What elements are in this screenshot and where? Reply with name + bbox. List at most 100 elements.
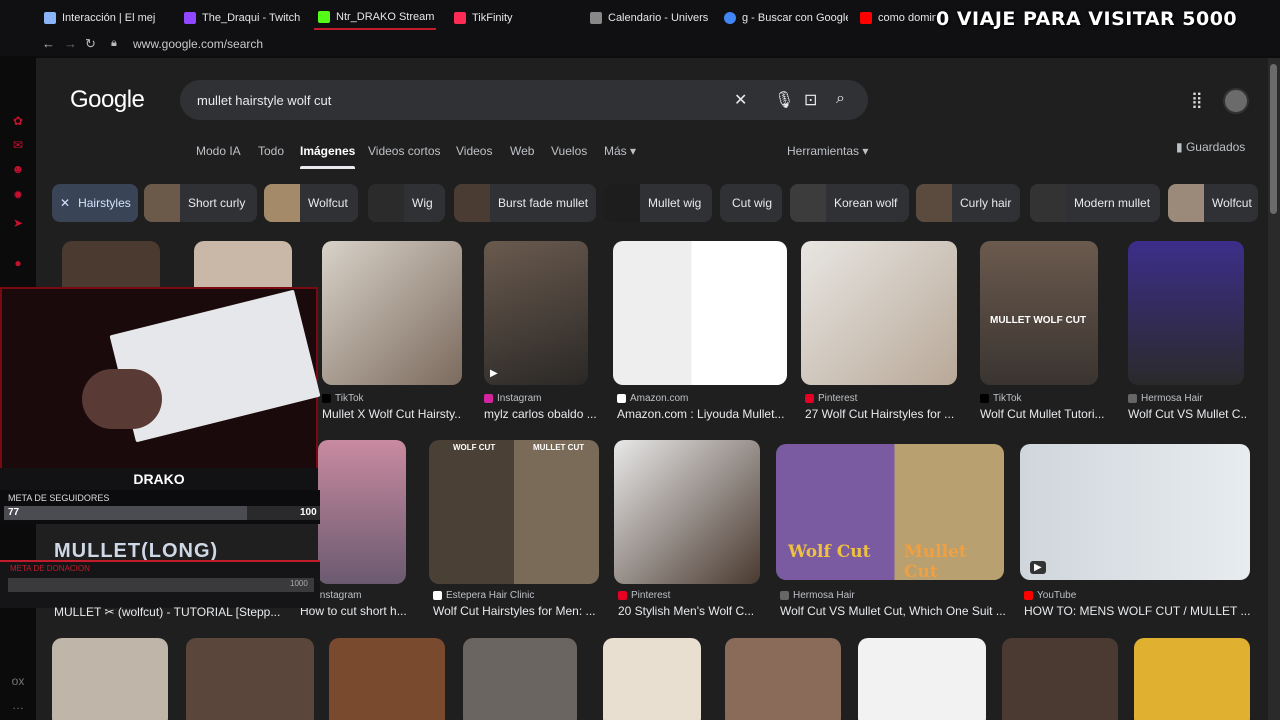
chip[interactable]: Mullet wig [604,184,712,222]
browser-tab-active[interactable]: Ntr_DRAKO Stream [314,6,436,30]
browser-tab[interactable]: Calendario - Universi [586,6,708,30]
forward-icon[interactable]: → [64,36,77,51]
back-icon[interactable]: ← [42,36,55,51]
result-image[interactable] [614,440,760,584]
url-field[interactable]: www.google.com/search [133,37,263,51]
result-title[interactable]: Wolf Cut Mullet Tutori... [980,407,1104,421]
chip[interactable]: Burst fade mullet [454,184,596,222]
browser-tab-bar: Interacción | El mej The_Draqui - Twitch… [0,0,1280,34]
chip[interactable]: Cut wig [720,184,782,222]
sidebar-icon[interactable]: ➤ [11,216,25,230]
result-source: Hermosa Hair [1128,393,1203,404]
sidebar-icon[interactable]: ● [11,256,25,270]
result-image[interactable] [613,241,787,385]
result-image[interactable]: ▶ [1020,444,1250,580]
result-image[interactable]: WOLF CUT MULLET CUT [429,440,599,584]
image-overlay-text: WOLF CUT [453,443,496,452]
result-title[interactable]: HOW TO: MENS WOLF CUT / MULLET ... [1024,604,1254,618]
tab-title: g - Buscar con Google [742,12,848,24]
sidebar-icon[interactable]: ox [11,674,25,688]
chip[interactable]: Wolfcut [264,184,358,222]
search-input[interactable]: mullet hairstyle wolf cut [197,93,331,108]
result-title[interactable]: Mullet X Wolf Cut Hairsty... [322,407,462,421]
tab-imagenes[interactable]: Imágenes [300,144,356,169]
chip-label: Burst fade mullet [498,196,589,210]
chip-label: Cut wig [732,196,773,210]
result-image[interactable] [463,638,577,720]
result-source: TikTok [322,393,364,404]
tab-videos-cortos[interactable]: Videos cortos [368,144,441,158]
tab-modo-ia[interactable]: Modo IA [196,144,241,158]
result-image[interactable]: MULLET WOLF CUT [980,241,1098,385]
result-image[interactable] [322,241,462,385]
result-image[interactable] [186,638,314,720]
tab-todo[interactable]: Todo [258,144,284,158]
result-image[interactable]: Wolf Cut Mullet Cut [776,444,1004,580]
twitch-icon [184,12,196,24]
result-image[interactable] [52,638,168,720]
follower-goal: META DE SEGUIDORES 77 100 [0,490,320,524]
chip[interactable]: Short curly [144,184,257,222]
result-title[interactable]: Amazon.com : Liyouda Mullet... [617,407,787,421]
result-image[interactable] [725,638,841,720]
result-image[interactable] [858,638,986,720]
sidebar-icon[interactable]: ✿ [11,114,25,128]
reload-icon[interactable]: ↻ [85,36,96,52]
page-scrollbar[interactable] [1268,58,1280,720]
tab-mas[interactable]: Más ▾ [604,144,636,158]
lock-icon: 🔒︎ [111,37,117,49]
tab-videos[interactable]: Videos [456,144,492,158]
result-title[interactable]: Wolf Cut VS Mullet C... [1128,407,1248,421]
scrollbar-thumb[interactable] [1270,64,1277,214]
result-image[interactable] [1002,638,1118,720]
chip-label: Wolfcut [308,196,348,210]
saved-link[interactable]: ▮ Guardados [1176,140,1245,154]
tab-title: como domina [878,12,936,24]
tikfinity-icon [454,12,466,24]
google-logo[interactable]: Google [70,86,145,114]
result-image[interactable] [801,241,957,385]
sidebar-icon[interactable]: ✹ [11,188,25,202]
result-image[interactable] [1128,241,1244,385]
apps-grid-icon[interactable]: ⣿ [1191,90,1203,110]
browser-tab[interactable]: The_Draqui - Twitch [180,6,300,30]
chip[interactable]: Wolfcut [1168,184,1258,222]
result-title[interactable]: MULLET ✂ (wolfcut) - TUTORIAL [Stepp... [54,605,280,619]
chip[interactable]: Wig [368,184,445,222]
result-title[interactable]: 20 Stylish Men's Wolf C... [618,604,762,618]
chip-hairstyles[interactable]: ✕ Hairstyles [52,184,138,222]
search-icon[interactable]: ⌕ [836,90,845,108]
result-image[interactable] [318,440,406,584]
result-title[interactable]: Wolf Cut VS Mullet Cut, Which One Suit .… [780,604,1010,618]
chip[interactable]: Korean wolf [790,184,909,222]
result-title[interactable]: mylz carlos obaldo ... [484,407,600,421]
result-image[interactable] [329,638,445,720]
browser-tab[interactable]: g - Buscar con Google [720,6,848,30]
sidebar-icon[interactable]: ☻ [11,162,25,176]
chip-label: Modern mullet [1074,196,1151,210]
chip[interactable]: Modern mullet [1030,184,1160,222]
result-image[interactable] [603,638,701,720]
browser-tab[interactable]: como domina [856,6,936,30]
result-image[interactable]: ▶ [484,241,588,385]
chip[interactable]: Curly hair [916,184,1020,222]
streamer-name: DRAKO [0,468,318,490]
microphone-icon[interactable]: 🎙︎ [774,90,794,110]
avatar[interactable] [1223,88,1249,114]
clear-icon[interactable]: ✕ [734,90,747,110]
search-box[interactable]: mullet hairstyle wolf cut ✕ 🎙︎ ⊡ ⌕ [180,80,868,120]
lens-icon[interactable]: ⊡ [804,90,817,110]
tab-vuelos[interactable]: Vuelos [551,144,587,158]
sidebar-more-icon[interactable]: … [11,698,25,712]
tab-title: TikFinity [472,12,513,24]
browser-tab[interactable]: Interacción | El mej [40,6,162,30]
result-title[interactable]: 27 Wolf Cut Hairstyles for ... [805,407,955,421]
tools-menu[interactable]: Herramientas ▾ [787,144,868,158]
sidebar-icon[interactable]: ✉ [11,138,25,152]
tab-web[interactable]: Web [510,144,534,158]
google-icon [724,12,736,24]
result-title[interactable]: Wolf Cut Hairstyles for Men: ... [433,604,613,618]
browser-tab[interactable]: TikFinity [450,6,570,30]
chip-label: Wolfcut [1212,196,1252,210]
result-image[interactable] [1134,638,1250,720]
